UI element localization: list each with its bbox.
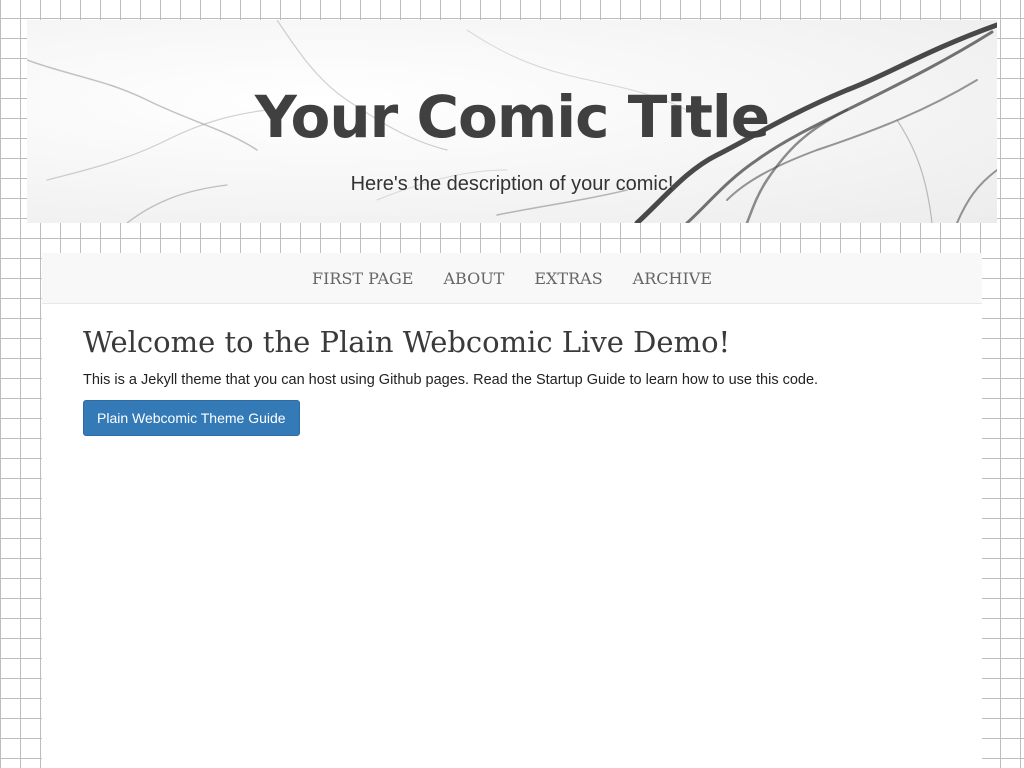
page-content: Welcome to the Plain Webcomic Live Demo!… — [42, 304, 982, 436]
nav-item-extras[interactable]: EXTRAS — [519, 269, 617, 288]
header-banner: Your Comic Title Here's the description … — [27, 20, 997, 223]
comic-description: Here's the description of your comic! — [350, 173, 674, 195]
page-heading: Welcome to the Plain Webcomic Live Demo! — [83, 325, 731, 359]
nav-item-about[interactable]: ABOUT — [428, 269, 519, 288]
theme-guide-button[interactable]: Plain Webcomic Theme Guide — [83, 399, 300, 436]
comic-title: Your Comic Title — [254, 83, 770, 151]
main-nav: FIRST PAGE ABOUT EXTRAS ARCHIVE — [42, 253, 982, 304]
nav-item-archive[interactable]: ARCHIVE — [618, 269, 727, 288]
main-panel: FIRST PAGE ABOUT EXTRAS ARCHIVE Welcome … — [42, 253, 982, 768]
intro-text: This is a Jekyll theme that you can host… — [83, 371, 819, 388]
nav-item-first-page[interactable]: FIRST PAGE — [297, 269, 429, 288]
